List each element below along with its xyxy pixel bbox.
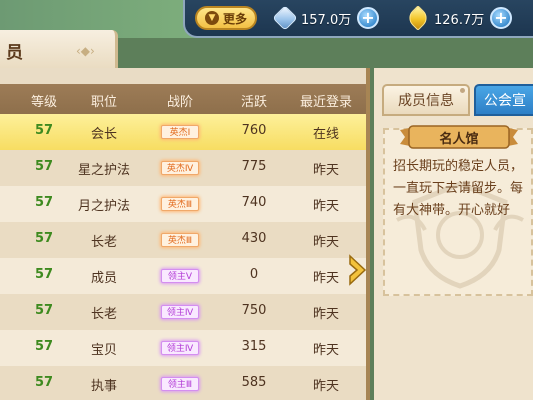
tab-member-info[interactable]: 成员信息 bbox=[382, 84, 470, 116]
table-row[interactable]: 57 宝贝 315 昨天 领主Ⅳ bbox=[0, 330, 366, 366]
cell-activity: 775 bbox=[241, 159, 267, 174]
cell-level: 57 bbox=[34, 123, 54, 138]
cell-activity: 750 bbox=[241, 303, 267, 318]
header-position: 职位 bbox=[90, 95, 117, 110]
table-row[interactable]: 57 成员 0 昨天 领主Ⅴ bbox=[0, 258, 366, 294]
rank-badge: 领主Ⅴ bbox=[161, 269, 199, 283]
cell-level: 57 bbox=[34, 195, 54, 210]
rank-badge: 英杰Ⅲ bbox=[161, 197, 199, 211]
cell-last-login: 昨天 bbox=[312, 235, 339, 250]
cell-last-login: 在线 bbox=[312, 127, 339, 142]
ornament-icon: ‹◆› bbox=[76, 44, 95, 58]
cell-last-login: 昨天 bbox=[312, 199, 339, 214]
gold-value: 126.7万 bbox=[434, 12, 485, 28]
cell-position: 执事 bbox=[90, 379, 117, 394]
table-row[interactable]: 57 长老 430 昨天 英杰Ⅲ bbox=[0, 222, 366, 258]
cell-activity: 430 bbox=[241, 231, 267, 246]
cell-level: 57 bbox=[34, 267, 54, 282]
header-activity: 活跃 bbox=[240, 95, 267, 110]
rank-badge: 领主Ⅳ bbox=[161, 341, 199, 355]
cell-activity: 585 bbox=[241, 375, 267, 390]
chevron-down-icon: ▼ bbox=[204, 11, 219, 25]
cell-activity: 315 bbox=[241, 339, 267, 354]
rank-badge: 英杰Ⅰ bbox=[161, 125, 199, 139]
rank-badge: 领主Ⅳ bbox=[161, 305, 199, 319]
cell-position: 成员 bbox=[90, 271, 117, 286]
crystal-value: 157.0万 bbox=[301, 12, 352, 28]
tab-guild-notice-label: 公会宣 bbox=[484, 93, 526, 109]
tab-indicator-dot bbox=[460, 88, 465, 93]
chevron-right-icon[interactable] bbox=[347, 254, 369, 286]
cell-activity: 0 bbox=[249, 267, 259, 282]
gold-resource: 126.7万 + bbox=[405, 5, 512, 31]
header-level: 等级 bbox=[30, 95, 57, 110]
cell-activity: 760 bbox=[241, 123, 267, 138]
table-row[interactable]: 57 执事 585 昨天 领主Ⅲ bbox=[0, 366, 366, 400]
cell-level: 57 bbox=[34, 159, 54, 174]
cell-last-login: 昨天 bbox=[312, 343, 339, 358]
more-button[interactable]: ▼ 更多 bbox=[195, 6, 257, 30]
cell-last-login: 昨天 bbox=[312, 307, 339, 322]
rank-badge: 英杰Ⅳ bbox=[161, 161, 199, 175]
rank-badge: 领主Ⅲ bbox=[161, 377, 199, 391]
cell-position: 长老 bbox=[90, 235, 117, 250]
more-button-label: 更多 bbox=[222, 11, 247, 26]
plus-icon: + bbox=[494, 8, 508, 27]
guild-notice-text: 招长期玩的稳定人员， 一直玩下去请留步。每 有大神带。开心就好 bbox=[393, 159, 524, 218]
gold-leaf-icon bbox=[405, 5, 431, 31]
add-crystal-button[interactable]: + bbox=[357, 7, 379, 29]
table-row[interactable]: 57 月之护法 740 昨天 英杰Ⅲ bbox=[0, 186, 366, 222]
table-row[interactable]: 57 会长 760 在线 英杰Ⅰ bbox=[0, 114, 366, 150]
cell-position: 宝贝 bbox=[90, 343, 117, 358]
cell-position: 星之护法 bbox=[77, 163, 130, 178]
tab-member-info-label: 成员信息 bbox=[398, 93, 454, 109]
panel-header: 员 ‹◆› bbox=[0, 30, 118, 68]
panel-title: 员 bbox=[6, 43, 23, 63]
header-rank: 战阶 bbox=[166, 95, 193, 110]
cell-position: 会长 bbox=[90, 127, 117, 142]
crystal-resource: 157.0万 + bbox=[272, 5, 379, 31]
crystal-icon bbox=[272, 5, 298, 31]
table-row[interactable]: 57 长老 750 昨天 领主Ⅳ bbox=[0, 294, 366, 330]
tab-guild-notice[interactable]: 公会宣 bbox=[474, 84, 533, 116]
cell-last-login: 昨天 bbox=[312, 379, 339, 394]
add-gold-button[interactable]: + bbox=[490, 7, 512, 29]
cell-level: 57 bbox=[34, 303, 54, 318]
table-header: 等级 职位 战阶 活跃 最近登录 bbox=[0, 84, 366, 114]
cell-last-login: 昨天 bbox=[312, 163, 339, 178]
cell-position: 长老 bbox=[90, 307, 117, 322]
plus-icon: + bbox=[361, 8, 375, 27]
rank-badge: 英杰Ⅲ bbox=[161, 233, 199, 247]
table-row[interactable]: 57 星之护法 775 昨天 英杰Ⅳ bbox=[0, 150, 366, 186]
hall-of-fame-label: 名人馆 bbox=[439, 132, 479, 147]
cell-level: 57 bbox=[34, 339, 54, 354]
header-last-login: 最近登录 bbox=[299, 95, 352, 110]
cell-level: 57 bbox=[34, 231, 54, 246]
cell-activity: 740 bbox=[241, 195, 267, 210]
cell-position: 月之护法 bbox=[77, 199, 130, 214]
cell-level: 57 bbox=[34, 375, 54, 390]
